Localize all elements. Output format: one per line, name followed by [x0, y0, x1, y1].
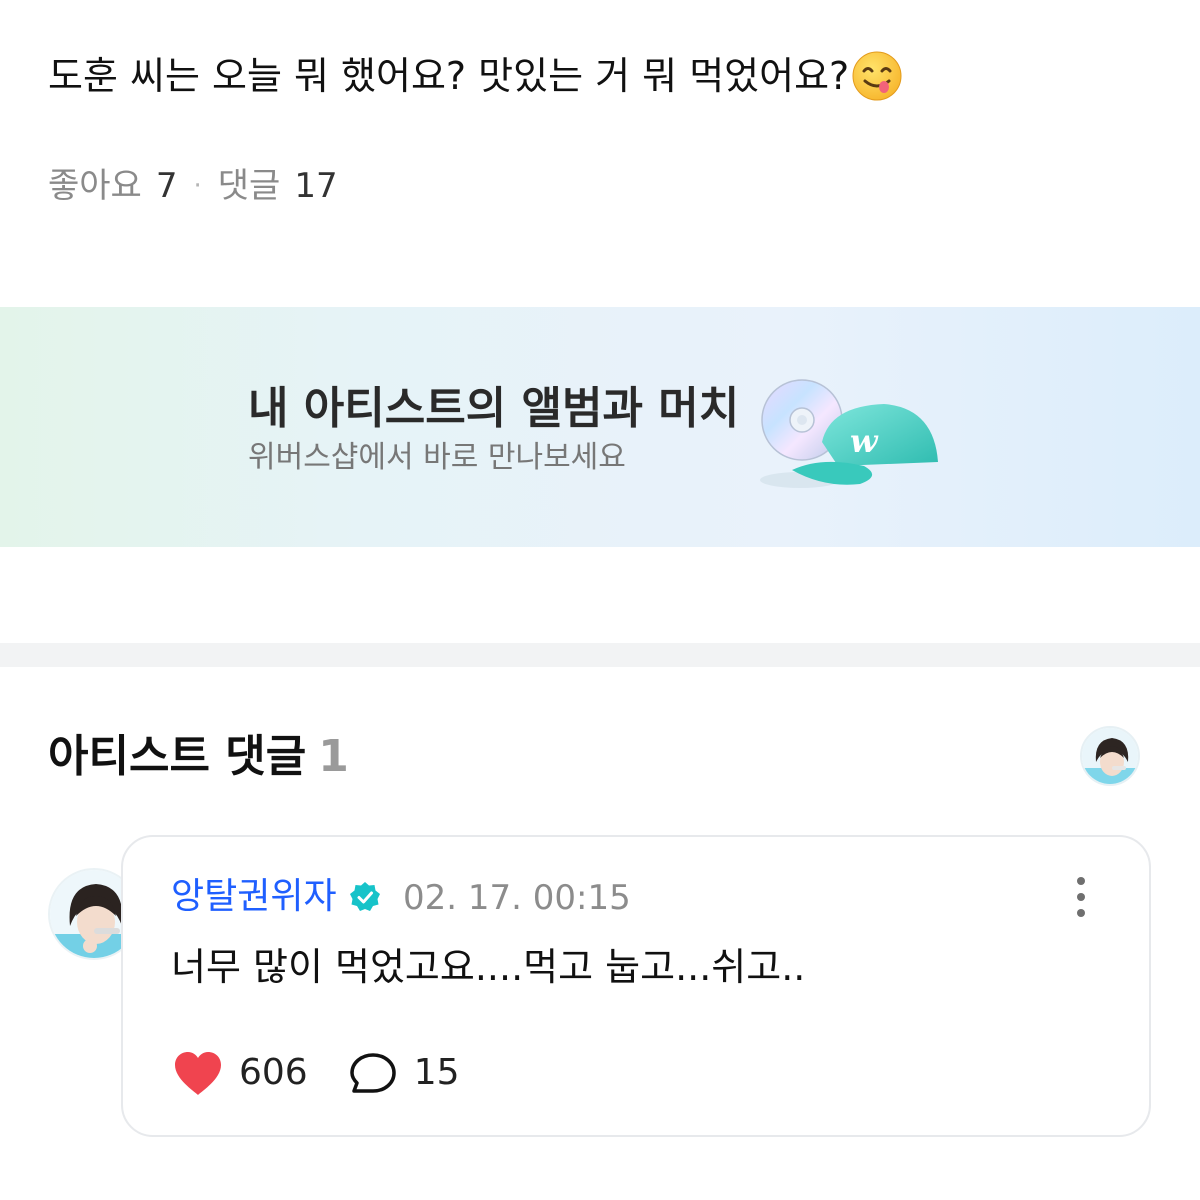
- artist-photo-icon: [1082, 728, 1138, 784]
- cap-logo: w: [850, 422, 879, 460]
- post-text: 도훈 씨는 오늘 뭐 했어요? 맛있는 거 뭐 먹었어요?: [48, 54, 850, 98]
- post-text-row: 도훈 씨는 오늘 뭐 했어요? 맛있는 거 뭐 먹었어요?: [48, 48, 903, 104]
- reply-button[interactable]: 15: [346, 1049, 460, 1097]
- comment-text: 너무 많이 먹었고요....먹고 눕고...쉬고..: [171, 945, 806, 989]
- comment-timestamp: 02. 17. 00:15: [403, 878, 631, 918]
- comments-label[interactable]: 댓글: [218, 164, 281, 208]
- comment-author[interactable]: 앙탈권위자: [171, 873, 381, 921]
- verified-badge-icon: [349, 882, 380, 911]
- reply-count: 15: [413, 1052, 460, 1093]
- heart-icon: [175, 1052, 221, 1095]
- comment-actions: 606 15: [171, 1049, 460, 1097]
- more-options-icon[interactable]: [1067, 875, 1095, 919]
- album-and-cap-icon: w: [760, 379, 938, 488]
- comment-author-name[interactable]: 앙탈권위자: [171, 873, 337, 921]
- artist-comments-title: 아티스트 댓글 1: [48, 728, 349, 786]
- face-savoring-food-icon: [852, 51, 902, 101]
- post-stats: 좋아요 7 · 댓글 17: [48, 164, 338, 208]
- like-count: 606: [239, 1052, 308, 1093]
- speech-bubble-icon: [349, 1053, 396, 1093]
- shop-banner[interactable]: 내 아티스트의 앨범과 머치: [0, 307, 1200, 547]
- like-button[interactable]: 606: [171, 1049, 308, 1097]
- section-divider: [0, 643, 1200, 667]
- artist-comments-label: 아티스트 댓글: [48, 731, 307, 782]
- likes-label[interactable]: 좋아요: [48, 164, 142, 208]
- banner-title: 내 아티스트의 앨범과 머치: [248, 383, 740, 434]
- stats-separator: ·: [193, 171, 202, 201]
- artist-comments-count: 1: [318, 731, 349, 782]
- comments-count[interactable]: 17: [294, 164, 337, 208]
- likes-count[interactable]: 7: [156, 164, 178, 208]
- banner-subtitle: 위버스샵에서 바로 만나보세요: [248, 440, 626, 475]
- artist-comment-card: 앙탈권위자 02. 17. 00:15 너무 많이 먹었고요....먹고 눕고.…: [121, 835, 1151, 1137]
- artist-avatar-header[interactable]: [1080, 726, 1140, 786]
